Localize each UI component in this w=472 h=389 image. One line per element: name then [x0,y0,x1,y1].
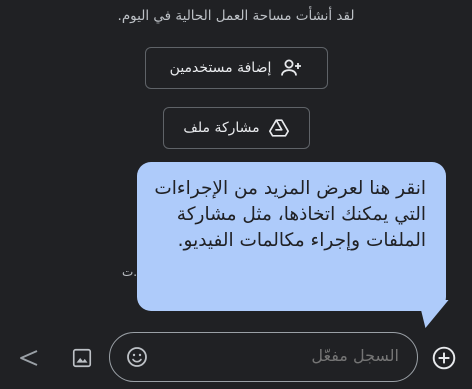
message-input-container [109,332,418,382]
chat-screen: لقد أنشأت مساحة العمل الحالية في اليوم. … [0,0,472,389]
add-people-label: إضافة مستخدمين [169,60,272,76]
onboarding-tooltip[interactable]: انقر هنا لعرض المزيد من الإجراءات التي ي… [137,162,446,311]
share-file-label: مشاركة ملف [183,120,260,136]
emoji-icon[interactable] [120,340,154,374]
obscured-message-fragment: ت. [122,265,138,279]
send-icon[interactable] [12,341,46,375]
tooltip-text: انقر هنا لعرض المزيد من الإجراءات التي ي… [154,178,426,251]
share-file-button[interactable]: مشاركة ملف [163,107,310,149]
message-input[interactable] [177,345,401,366]
add-people-button[interactable]: إضافة مستخدمين [145,47,328,89]
drive-icon [268,117,290,139]
space-created-message: لقد أنشأت مساحة العمل الحالية في اليوم. [117,8,355,24]
person-add-icon [279,56,303,80]
add-circle-icon[interactable] [427,341,461,375]
image-icon[interactable] [65,341,99,375]
message-composer-bar [0,330,472,386]
